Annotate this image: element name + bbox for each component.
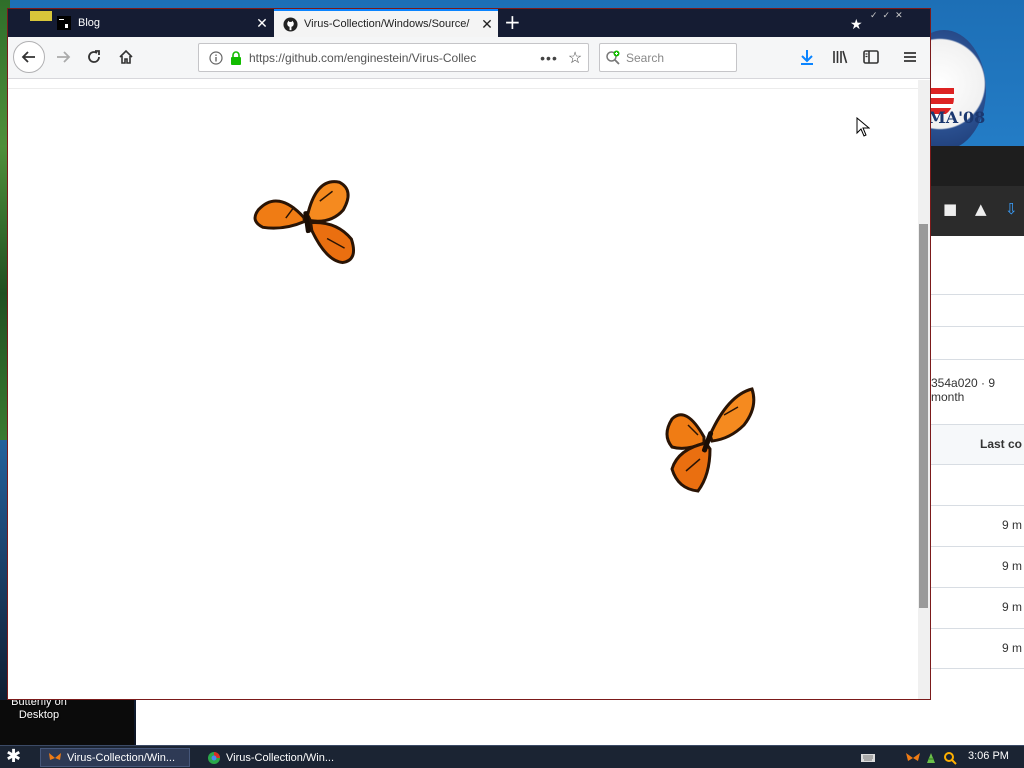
start-menu-icon[interactable]: ✱ — [6, 747, 21, 767]
reload-button[interactable] — [79, 42, 109, 72]
downloads-button[interactable] — [795, 45, 819, 69]
keyboard-tray-icon[interactable] — [860, 749, 876, 766]
library-button[interactable] — [828, 45, 852, 69]
page-content[interactable] — [8, 80, 918, 699]
vertical-scrollbar[interactable] — [918, 80, 930, 699]
page-actions-icon[interactable]: ••• — [536, 50, 562, 66]
campaign-logo-text: MA'08 — [928, 108, 986, 127]
background-toolbar: ■ ▲ ⇩ — [931, 186, 1024, 236]
shield-tray-icon[interactable] — [923, 749, 939, 766]
close-tab-icon[interactable]: ✕ — [251, 15, 273, 32]
butterfly-tray-icon[interactable] — [904, 749, 922, 766]
mouse-cursor-icon — [856, 117, 870, 137]
taskbar-item-label: Virus-Collection/Win... — [67, 751, 175, 764]
home-icon — [119, 49, 133, 64]
tab-label: Virus-Collection/Windows/Source/ — [304, 18, 470, 30]
table-row: 9 m — [931, 628, 1024, 669]
butterfly-image — [665, 387, 756, 493]
table-row: 9 m — [931, 505, 1024, 546]
search-placeholder: Search — [626, 50, 665, 65]
file-age: 9 m — [1001, 641, 1022, 655]
table-header: Last co — [931, 424, 1024, 464]
library-icon — [833, 50, 848, 64]
lock-icon[interactable] — [227, 50, 245, 65]
browser-app-icon — [206, 751, 222, 765]
flask-icon[interactable]: ▲ — [975, 200, 987, 218]
commit-row: 354a020 · 9 month — [931, 359, 1024, 404]
back-arrow-icon — [21, 51, 35, 63]
navigation-toolbar: https://github.com/enginestein/Virus-Col… — [8, 37, 930, 79]
forward-button[interactable] — [48, 42, 78, 72]
butterfly-app-icon — [47, 751, 63, 765]
firefox-window[interactable]: Blog ✕ Virus-Collection/Windows/Source/ … — [7, 8, 931, 700]
desktop-window-strip — [136, 700, 1024, 745]
puzzle-icon[interactable]: ■ — [943, 200, 957, 218]
new-tab-button[interactable]: + — [504, 11, 521, 33]
table-row: 9 m — [931, 587, 1024, 628]
window-controls[interactable]: ✓✓✕ — [870, 11, 908, 23]
github-icon — [282, 16, 298, 32]
url-text[interactable]: https://github.com/enginestein/Virus-Col… — [245, 51, 536, 65]
taskbar-item-label: Virus-Collection/Win... — [226, 751, 334, 764]
forward-arrow-icon — [57, 51, 71, 63]
hamburger-menu-icon — [904, 52, 916, 62]
reload-icon — [88, 50, 100, 63]
file-age: 9 m — [1001, 600, 1022, 614]
background-browser-window[interactable]: ■ ▲ ⇩ 354a020 · 9 month Last co 9 m 9 m … — [931, 146, 1024, 706]
site-info-icon[interactable] — [205, 50, 227, 65]
star-icon: ★ — [850, 17, 863, 33]
table-row: 9 m — [931, 546, 1024, 587]
tab-strip: Blog ✕ Virus-Collection/Windows/Source/ … — [8, 9, 930, 37]
system-clock[interactable]: 3:06 PM — [968, 750, 1009, 762]
close-tab-icon[interactable]: ✕ — [476, 16, 498, 33]
search-icon — [600, 50, 626, 66]
download-icon — [801, 50, 813, 65]
bookmark-star-icon[interactable]: ☆ — [562, 48, 588, 68]
sidebar-icon — [863, 50, 879, 64]
butterfly-image — [253, 180, 355, 265]
commit-text[interactable]: 354a020 · 9 month — [931, 376, 1024, 404]
blog-favicon-icon — [56, 15, 72, 31]
sidebar-button[interactable] — [859, 45, 883, 69]
taskbar-item-browser[interactable]: Virus-Collection/Win... — [200, 748, 350, 767]
taskbar-item-firefox[interactable]: Virus-Collection/Win... — [40, 748, 190, 767]
tab-label: Blog — [78, 17, 101, 29]
scrollbar-thumb[interactable] — [919, 224, 928, 608]
menu-button[interactable] — [898, 45, 922, 69]
search-tray-icon[interactable] — [941, 749, 959, 766]
last-commit-header: Last co — [979, 437, 1022, 451]
address-bar[interactable]: https://github.com/enginestein/Virus-Col… — [198, 43, 589, 72]
file-age: 9 m — [1001, 518, 1022, 532]
file-age: 9 m — [1001, 559, 1022, 573]
search-bar[interactable]: Search — [599, 43, 737, 72]
home-button[interactable] — [111, 42, 141, 72]
taskbar: ✱ Virus-Collection/Win... Virus-Collecti… — [0, 745, 1024, 768]
back-button[interactable] — [13, 41, 45, 73]
download-icon[interactable]: ⇩ — [1005, 200, 1018, 218]
tab-github[interactable]: Virus-Collection/Windows/Source/ ✕ — [274, 9, 498, 37]
tab-blog[interactable]: Blog ✕ — [48, 9, 273, 37]
